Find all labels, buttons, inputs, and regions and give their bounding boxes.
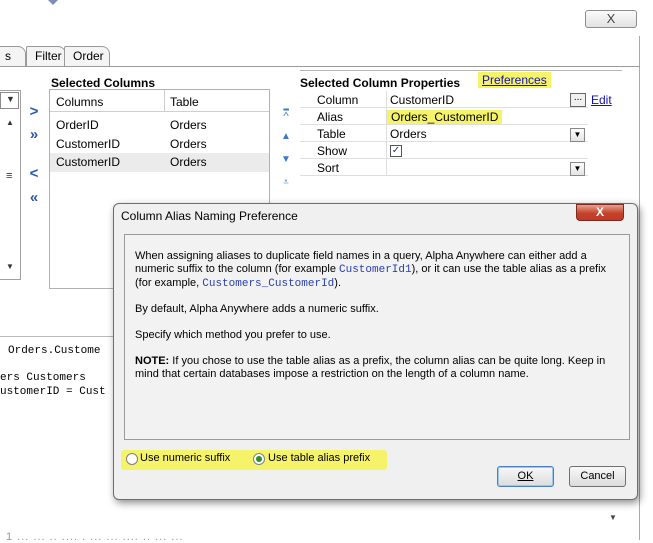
remove-all-columns-button[interactable]: «: [24, 189, 44, 207]
note-label: NOTE:: [135, 355, 170, 367]
sql-text-line: Orders.Custome: [8, 345, 101, 357]
message-paragraph: By default, Alpha Anywhere adds a numeri…: [135, 303, 379, 315]
property-label: Alias: [317, 110, 344, 124]
scroll-grip-icon[interactable]: ≡: [6, 170, 12, 182]
row-table: Orders: [170, 155, 207, 169]
alias-preference-dialog: Column Alias Naming Preference X When as…: [113, 203, 638, 500]
divider: [0, 336, 118, 337]
property-value[interactable]: Orders_CustomerID: [387, 110, 503, 124]
scroll-up-icon[interactable]: ▲: [6, 118, 14, 127]
code-sample: CustomerId1: [339, 264, 412, 276]
property-row-table[interactable]: Table Orders: [300, 125, 588, 142]
column-properties-grid: Column CustomerID Alias Orders_CustomerI…: [300, 91, 588, 177]
dialog-close-button[interactable]: X: [576, 204, 624, 221]
property-separator: [386, 142, 387, 159]
selected-columns-title: Selected Columns: [51, 76, 156, 90]
cancel-label: Cancel: [580, 470, 615, 482]
tab-filter[interactable]: Filter: [26, 46, 66, 66]
numeric-suffix-radio[interactable]: [126, 453, 138, 465]
status-text: 1 ... ... .. .... . ... ... .... .. ... …: [6, 531, 184, 543]
move-bottom-icon[interactable]: ⩡: [279, 177, 293, 189]
move-top-icon[interactable]: ⩞: [279, 108, 293, 120]
property-row-show[interactable]: Show: [300, 142, 588, 159]
column-properties-title: Selected Column Properties: [300, 76, 461, 90]
property-row-column[interactable]: Column CustomerID: [300, 91, 588, 108]
code-sample: Customers_CustomerId: [202, 278, 335, 290]
table-alias-prefix-label[interactable]: Use table alias prefix: [268, 452, 370, 464]
property-row-sort[interactable]: Sort: [300, 159, 588, 176]
row-column: CustomerID: [56, 155, 121, 169]
row-column: CustomerID: [56, 137, 121, 151]
chevron-down-icon: ▼: [6, 94, 15, 104]
tab-order[interactable]: Order: [64, 46, 110, 66]
scroll-down-icon[interactable]: ▼: [606, 511, 620, 525]
property-value: Orders: [390, 127, 427, 141]
table-select[interactable]: ▼: [0, 92, 19, 109]
property-separator: [386, 91, 387, 108]
property-separator: [386, 159, 387, 176]
divider: [300, 70, 622, 71]
dialog-message-panel: When assigning aliases to duplicate fiel…: [124, 234, 630, 440]
property-label: Sort: [317, 161, 340, 175]
dialog-title: Column Alias Naming Preference: [121, 209, 298, 223]
table-dropdown-button[interactable]: ▼: [570, 128, 585, 142]
remove-column-button[interactable]: <: [24, 165, 44, 183]
add-column-button[interactable]: >: [24, 103, 44, 121]
move-down-icon[interactable]: ▼: [279, 154, 293, 166]
property-label: Table: [317, 127, 346, 141]
table-alias-prefix-radio[interactable]: [253, 453, 265, 465]
message-paragraph: When assigning aliases to duplicate fiel…: [135, 250, 620, 291]
preferences-link[interactable]: Preferences: [478, 72, 551, 88]
message-text: ).: [334, 277, 342, 289]
cancel-button[interactable]: Cancel: [569, 466, 626, 487]
column-separator: [164, 90, 165, 112]
tab-columns[interactable]: s: [0, 46, 26, 66]
scroll-down-icon[interactable]: ▼: [6, 262, 14, 271]
column-header-table: Table: [170, 95, 199, 109]
row-table: Orders: [170, 118, 207, 132]
tab-divider: [0, 66, 640, 67]
ok-button[interactable]: OK: [497, 466, 554, 487]
tab-strip: s Filter Order: [0, 46, 640, 66]
property-row-alias[interactable]: Alias Orders_CustomerID: [300, 108, 588, 125]
property-label: Column: [317, 93, 359, 107]
property-separator: [386, 125, 387, 142]
numeric-suffix-label[interactable]: Use numeric suffix: [140, 452, 230, 464]
property-label: Show: [317, 144, 348, 158]
grid-header: Columns Table: [50, 90, 269, 112]
move-up-icon[interactable]: ▲: [279, 131, 293, 143]
sort-dropdown-button[interactable]: ▼: [570, 162, 585, 176]
note-paragraph: NOTE: If you chose to use the table alia…: [135, 355, 620, 381]
window-close-button[interactable]: X: [585, 10, 637, 28]
row-table: Orders: [170, 137, 207, 151]
add-all-columns-button[interactable]: »: [24, 126, 44, 144]
ok-label: OK: [517, 470, 534, 482]
message-paragraph: Specify which method you prefer to use.: [135, 329, 331, 341]
note-text: If you chose to use the table alias as a…: [135, 355, 606, 380]
row-column: OrderID: [56, 118, 99, 132]
scroll-up-icon: [48, 0, 58, 5]
ellipsis-button[interactable]: ...: [570, 93, 586, 107]
table-row-selected[interactable]: CustomerID Orders: [50, 153, 269, 172]
alias-option-group: Use numeric suffix Use table alias prefi…: [121, 450, 387, 470]
property-value: CustomerID: [390, 93, 455, 107]
show-checkbox[interactable]: ✓: [390, 145, 402, 157]
edit-link[interactable]: Edit: [591, 93, 612, 107]
table-row[interactable]: CustomerID Orders: [50, 135, 269, 154]
sql-text-line: ustomerID = Cust: [0, 386, 106, 398]
sql-text-line: ers Customers: [0, 372, 86, 384]
column-header-columns: Columns: [56, 95, 104, 109]
table-row[interactable]: OrderID Orders: [50, 116, 269, 135]
